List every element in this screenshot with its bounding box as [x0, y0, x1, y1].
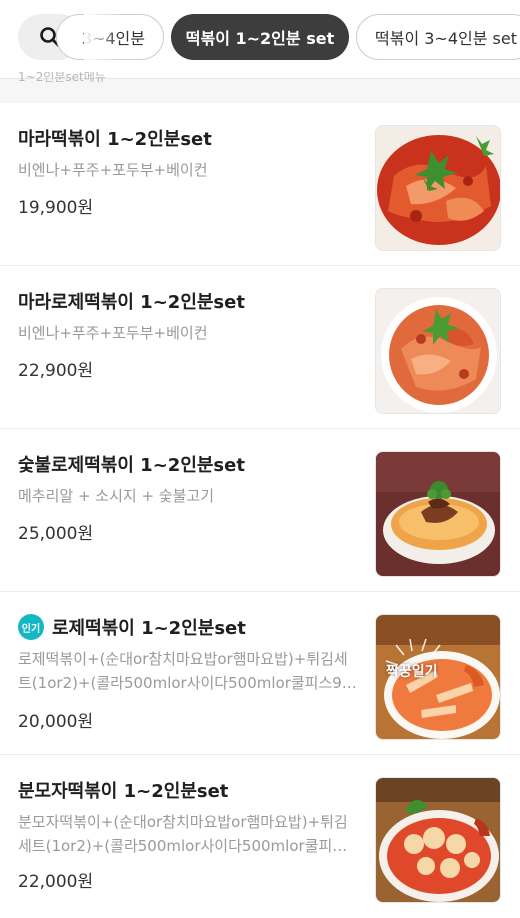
menu-item-price: 22,000원: [18, 872, 94, 892]
menu-item-desc: 비엔나+푸주+포두부+베이컨: [18, 161, 208, 179]
menu-item[interactable]: 마라떡볶이 1~2인분set 비엔나+푸주+포두부+베이컨 19,900원: [0, 103, 520, 266]
menu-item-title: 인기 로제떡볶이 1~2인분set: [18, 614, 246, 642]
chip-label: 떡볶이 3~4인분 set: [375, 29, 517, 48]
menu-item-desc: 비엔나+푸주+포두부+베이컨: [18, 324, 208, 342]
menu-item-title: 마라떡볶이 1~2인분set: [18, 129, 212, 150]
menu-item-price: 19,900원: [18, 198, 94, 218]
category-bar: 3~4인분 떡볶이 1~2인분 set 떡볶이 3~4인분 set: [0, 0, 520, 79]
image-overlay-text: 짝꿍일기: [386, 664, 438, 680]
popular-badge: 인기: [18, 614, 44, 640]
section-label: 1~2인분set메뉴: [18, 70, 106, 84]
menu-item-title: 숯불로제떡볶이 1~2인분set: [18, 455, 245, 476]
menu-item-price: 25,000원: [18, 524, 94, 544]
menu-item-title-text: 로제떡볶이 1~2인분set: [52, 618, 246, 639]
chip-label: 떡볶이 1~2인분 set: [185, 29, 335, 48]
menu-item-image: [375, 777, 501, 903]
chip-fade: [84, 14, 120, 60]
menu-item-price: 20,000원: [18, 712, 94, 732]
menu-item[interactable]: 마라로제떡볶이 1~2인분set 비엔나+푸주+포두부+베이컨 22,900원: [0, 266, 520, 429]
menu-item-image: [375, 451, 501, 577]
menu-item-title: 마라로제떡볶이 1~2인분set: [18, 292, 245, 313]
menu-item-desc: 분모자떡볶이+(순대or참치마요밥or햄마요밥)+튀김세트(1or2)+(콜라5…: [18, 813, 348, 855]
menu-item-image: 짝꿍일기: [375, 614, 501, 740]
menu-item-desc: 메추리알 + 소시지 + 숯불고기: [18, 487, 215, 505]
menu-item-image: [375, 125, 501, 251]
menu-item-price: 22,900원: [18, 361, 94, 381]
menu-item[interactable]: 숯불로제떡볶이 1~2인분set 메추리알 + 소시지 + 숯불고기 25,00…: [0, 429, 520, 592]
menu-item-title: 분모자떡볶이 1~2인분set: [18, 781, 229, 802]
menu-item[interactable]: 인기 로제떡볶이 1~2인분set 로제떡볶이+(순대or참치마요밥or햄마요밥)…: [0, 592, 520, 755]
menu-item[interactable]: 분모자떡볶이 1~2인분set 분모자떡볶이+(순대or참치마요밥or햄마요밥)…: [0, 755, 520, 918]
chip-tteokbokki-1-2-set[interactable]: 떡볶이 1~2인분 set: [171, 14, 349, 60]
menu-item-desc: 로제떡볶이+(순대or참치마요밥or햄마요밥)+튀김세트(1or2)+(콜라50…: [18, 650, 357, 692]
menu-item-image: [375, 288, 501, 414]
menu-list: 마라떡볶이 1~2인분set 비엔나+푸주+포두부+베이컨 19,900원 마라…: [0, 103, 520, 918]
chip-tteokbokki-3-4-set[interactable]: 떡볶이 3~4인분 set: [356, 14, 520, 60]
